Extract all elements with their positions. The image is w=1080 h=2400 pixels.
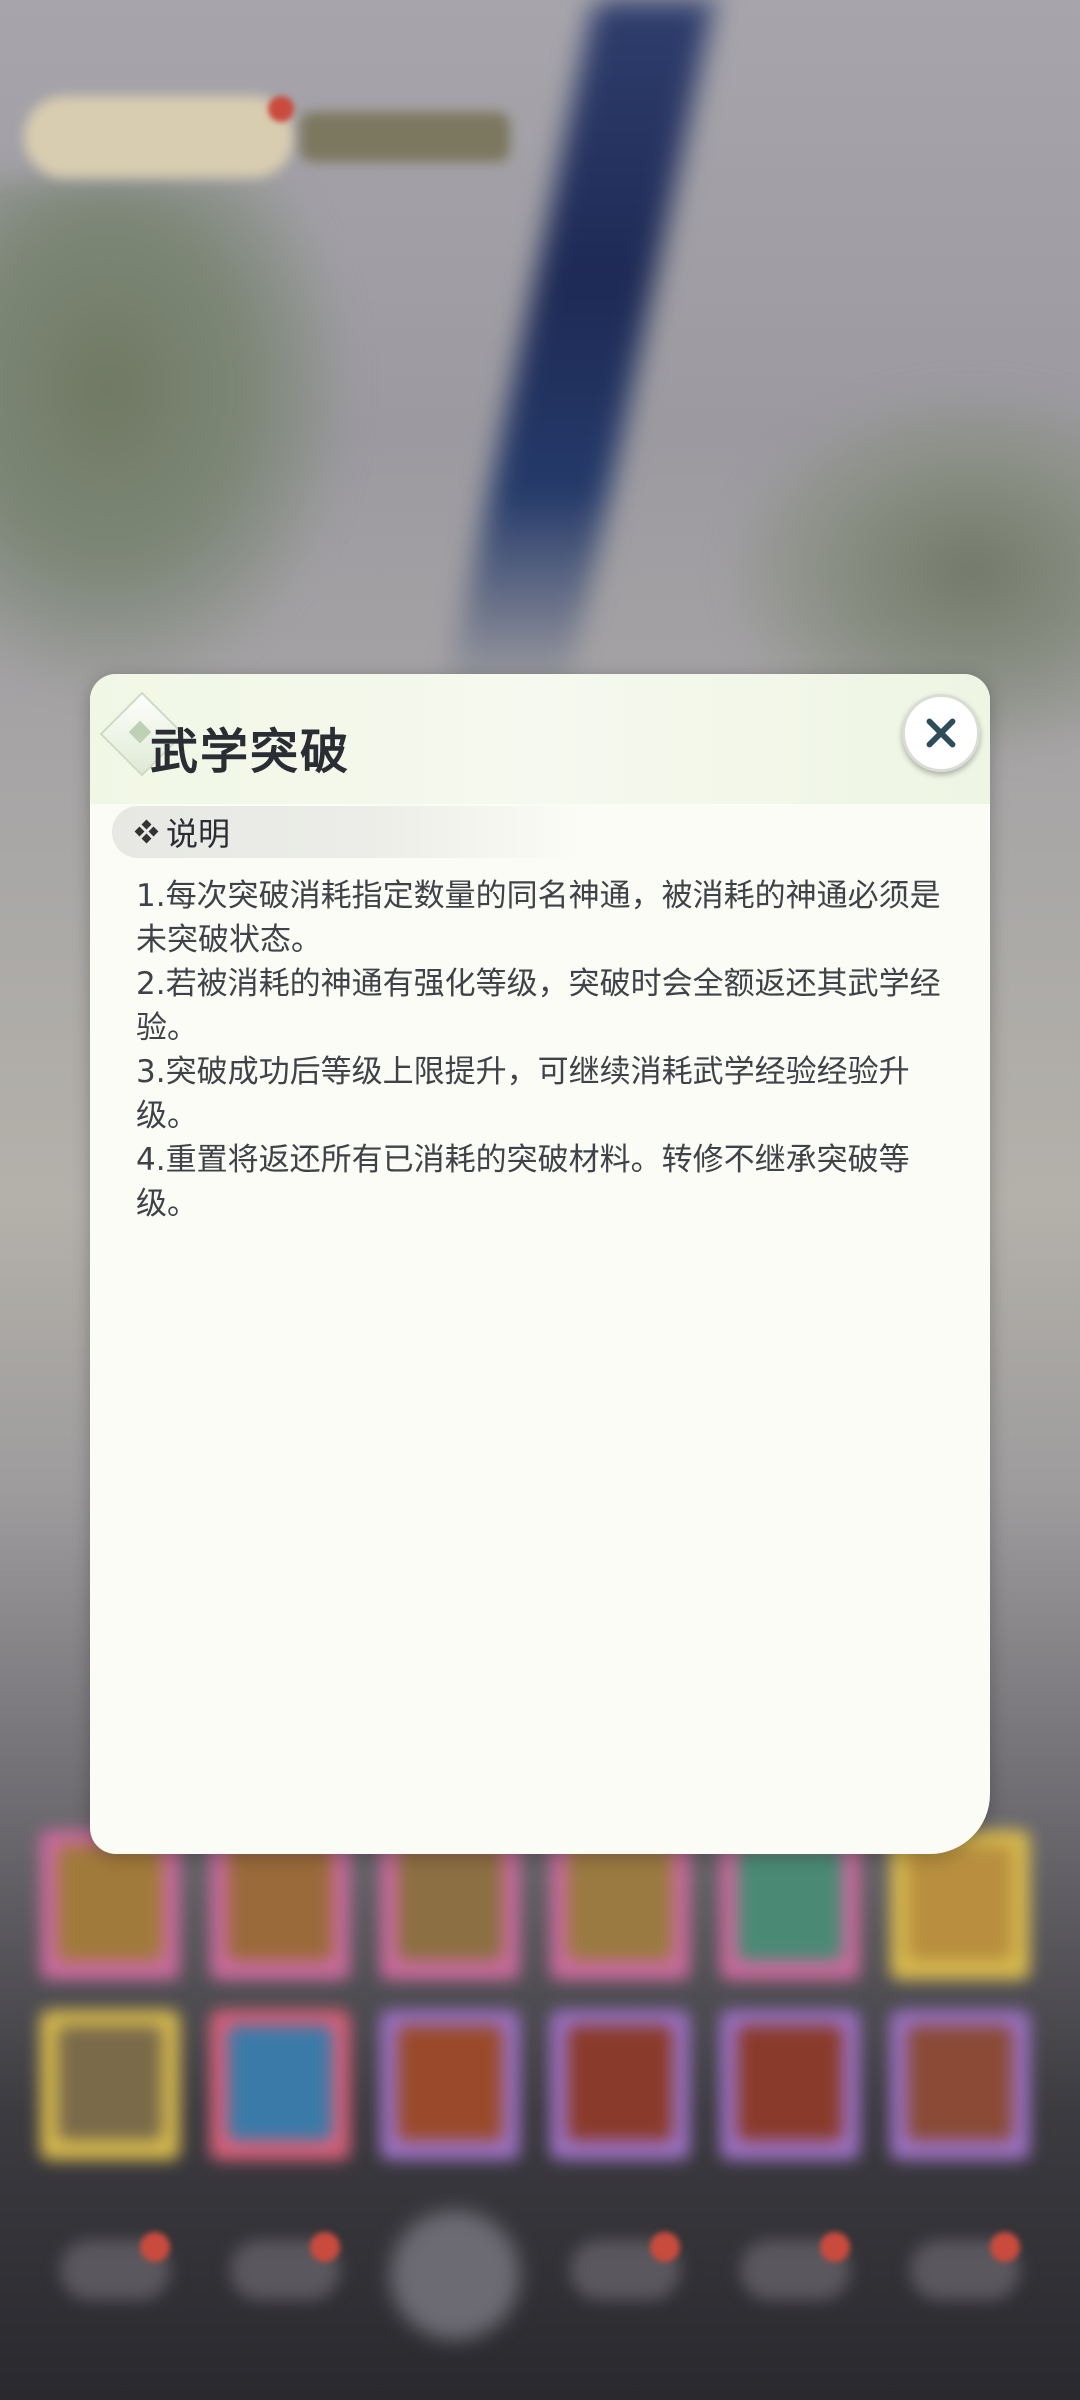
notification-dot (310, 2232, 340, 2262)
skill-card (720, 2010, 860, 2160)
description-item: 4.重置将返还所有已消耗的突破材料。转修不继承突破等级。 (136, 1142, 910, 1222)
close-button[interactable] (902, 694, 980, 772)
notification-dot (990, 2232, 1020, 2262)
spear-silhouette (445, 0, 715, 700)
description-item: 2.若被消耗的神通有强化等级，突破时会全额返还其武学经验。 (136, 966, 941, 1046)
breakthrough-info-dialog: 武学突破 说明 1.每次突破消耗指定数量的同名神通，被消耗的神通必须是未突破状态… (90, 674, 990, 1854)
notification-dot (268, 96, 294, 122)
skill-card (550, 2010, 690, 2160)
mountain-left (0, 180, 360, 700)
notification-dot (820, 2232, 850, 2262)
dialog-header: 武学突破 (90, 674, 990, 804)
close-icon (926, 718, 956, 748)
skill-card (40, 2010, 180, 2160)
notification-dot (650, 2232, 680, 2262)
sparkle-diamond-icon (134, 819, 159, 844)
description-item: 1.每次突破消耗指定数量的同名神通，被消耗的神通必须是未突破状态。 (136, 878, 941, 958)
dialog-title: 武学突破 (150, 724, 351, 780)
skill-card (210, 2010, 350, 2160)
top-left-badge (24, 96, 294, 178)
skill-card (380, 2010, 520, 2160)
skill-card (890, 2010, 1030, 2160)
notification-dot (140, 2232, 170, 2262)
section-header: 说明 (112, 806, 582, 858)
description-list: 1.每次突破消耗指定数量的同名神通，被消耗的神通必须是未突破状态。 2.若被消耗… (136, 874, 956, 1226)
bottom-nav-center (390, 2210, 520, 2340)
top-status-chip (300, 112, 510, 162)
section-label: 说明 (166, 815, 231, 853)
description-item: 3.突破成功后等级上限提升，可继续消耗武学经验经验升级。 (136, 1054, 910, 1134)
